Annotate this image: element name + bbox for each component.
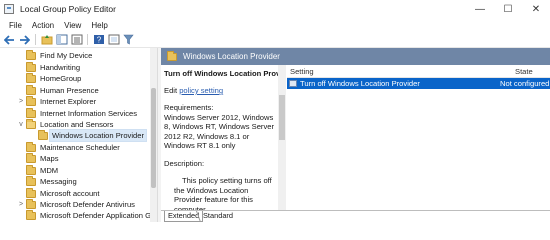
tree-item-label: Maps (40, 154, 59, 163)
maximize-button[interactable]: ☐ (494, 0, 522, 18)
title-bar: Local Group Policy Editor — ☐ ✕ (0, 0, 550, 18)
tree-item[interactable]: Human Presence (0, 85, 157, 96)
tree-item-label: Microsoft Defender Antivirus (40, 200, 135, 209)
tab-standard[interactable]: Standard (200, 211, 236, 222)
policy-setting-icon (289, 80, 297, 87)
tree-item[interactable]: HomeGroup (0, 73, 157, 84)
tree-item-label: Internet Explorer (40, 97, 97, 106)
menu-view[interactable]: View (59, 21, 86, 30)
tree-item-label: Messaging (40, 177, 77, 186)
tree-item[interactable]: Maintenance Scheduler (0, 142, 157, 153)
details-pane: Windows Location Provider Turn off Windo… (161, 48, 550, 222)
column-header-setting[interactable]: Setting (290, 67, 314, 76)
tree-scrollbar-thumb[interactable] (151, 88, 156, 188)
chevron-right-icon[interactable]: > (17, 98, 25, 105)
tree-item-label: Handwriting (40, 63, 81, 72)
window-title: Local Group Policy Editor (20, 4, 116, 14)
toolbar: ? (0, 32, 550, 48)
tree-item[interactable]: Microsoft Defender Application Gu (0, 210, 157, 221)
close-button[interactable]: ✕ (522, 0, 550, 18)
chevron-down-icon[interactable]: v (17, 121, 25, 128)
tree-item[interactable]: Maps (0, 153, 157, 164)
tree-item[interactable]: MDM (0, 165, 157, 176)
edit-prefix: Edit (164, 86, 180, 95)
description-body: This policy setting turns off the Window… (174, 176, 272, 210)
requirements-text: Requirements: Windows Server 2012, Windo… (164, 103, 275, 150)
folder-icon (26, 96, 36, 106)
tree-item-label: MDM (40, 166, 59, 175)
tree-item-label: Microsoft account (40, 189, 100, 198)
export-list-icon[interactable] (70, 33, 83, 46)
toolbar-separator (35, 34, 36, 45)
view-tabs: Extended Standard (161, 210, 550, 222)
folder-icon (38, 130, 48, 140)
tree-item[interactable]: Microsoft account (0, 188, 157, 199)
row-setting: Turn off Windows Location Provider (300, 79, 420, 88)
tree-item-label: Human Presence (40, 86, 99, 95)
folder-open-icon (26, 119, 36, 129)
folder-icon (26, 50, 36, 60)
svg-text:?: ? (96, 36, 101, 45)
description-label: Description: (164, 158, 205, 168)
app-icon (4, 4, 14, 14)
back-icon[interactable] (3, 33, 16, 46)
folder-icon (26, 210, 36, 220)
show-hide-tree-icon[interactable] (55, 33, 68, 46)
properties-icon[interactable] (107, 33, 120, 46)
pane-header: Windows Location Provider (161, 48, 550, 65)
policy-title: Turn off Windows Location Provider (164, 69, 281, 78)
column-header-state[interactable]: State (515, 67, 533, 76)
tree-item-label: Windows Location Provider (48, 129, 148, 142)
folder-icon (26, 85, 36, 95)
folder-icon (26, 73, 36, 83)
edit-line: Edit policy setting (164, 86, 278, 95)
settings-list: Setting State Turn off Windows Location … (287, 65, 550, 210)
folder-icon (26, 142, 36, 152)
tree-item[interactable]: Internet Information Services (0, 108, 157, 119)
folder-up-icon[interactable] (40, 33, 53, 46)
folder-icon (26, 62, 36, 72)
tree-item[interactable]: > Internet Explorer (0, 96, 157, 107)
list-header: Setting State (287, 65, 550, 78)
pane-header-title: Windows Location Provider (183, 52, 280, 61)
tree-item[interactable]: Handwriting (0, 62, 157, 73)
menu-help[interactable]: Help (86, 21, 112, 30)
tree-item-label: Internet Information Services (40, 109, 138, 118)
tree-item-label: Maintenance Scheduler (40, 143, 120, 152)
policy-tree: Find My Device Handwriting HomeGroup Hum… (0, 48, 157, 222)
folder-icon (26, 199, 36, 209)
menu-bar: File Action View Help (0, 18, 550, 32)
tree-item[interactable]: v Location and Sensors (0, 119, 157, 130)
filter-icon[interactable] (122, 33, 135, 46)
tree-item-selected[interactable]: Windows Location Provider (0, 129, 157, 142)
folder-icon (26, 176, 36, 186)
menu-action[interactable]: Action (27, 21, 59, 30)
tree-item-label: Find My Device (40, 51, 93, 60)
tree-item-label: HomeGroup (40, 74, 82, 83)
tree-scrollbar[interactable] (150, 48, 157, 222)
minimize-button[interactable]: — (466, 0, 494, 18)
row-state: Not configured (500, 79, 550, 88)
table-row[interactable]: Turn off Windows Location Provider Not c… (287, 78, 550, 89)
window-controls: — ☐ ✕ (466, 0, 550, 18)
folder-icon (167, 50, 177, 61)
chevron-right-icon[interactable]: > (17, 201, 25, 208)
forward-icon[interactable] (18, 33, 31, 46)
folder-icon (26, 188, 36, 198)
folder-icon (26, 165, 36, 175)
tree-item[interactable]: > Microsoft Defender Antivirus (0, 199, 157, 210)
help-icon[interactable]: ? (92, 33, 105, 46)
menu-file[interactable]: File (4, 21, 27, 30)
tree-item[interactable]: Messaging (0, 176, 157, 187)
folder-icon (26, 153, 36, 163)
tree-item[interactable]: Find My Device (0, 50, 157, 61)
tree-item-label: Microsoft Defender Application Gu (40, 211, 156, 220)
toolbar-separator (87, 34, 88, 45)
edit-policy-link[interactable]: policy setting (179, 86, 223, 95)
folder-icon (26, 108, 36, 118)
description-panel: Turn off Windows Location Provider Edit … (161, 65, 281, 210)
tree-item-label: Location and Sensors (40, 120, 114, 129)
description-scrollbar[interactable] (278, 65, 286, 210)
description-scrollbar-thumb[interactable] (279, 95, 285, 140)
